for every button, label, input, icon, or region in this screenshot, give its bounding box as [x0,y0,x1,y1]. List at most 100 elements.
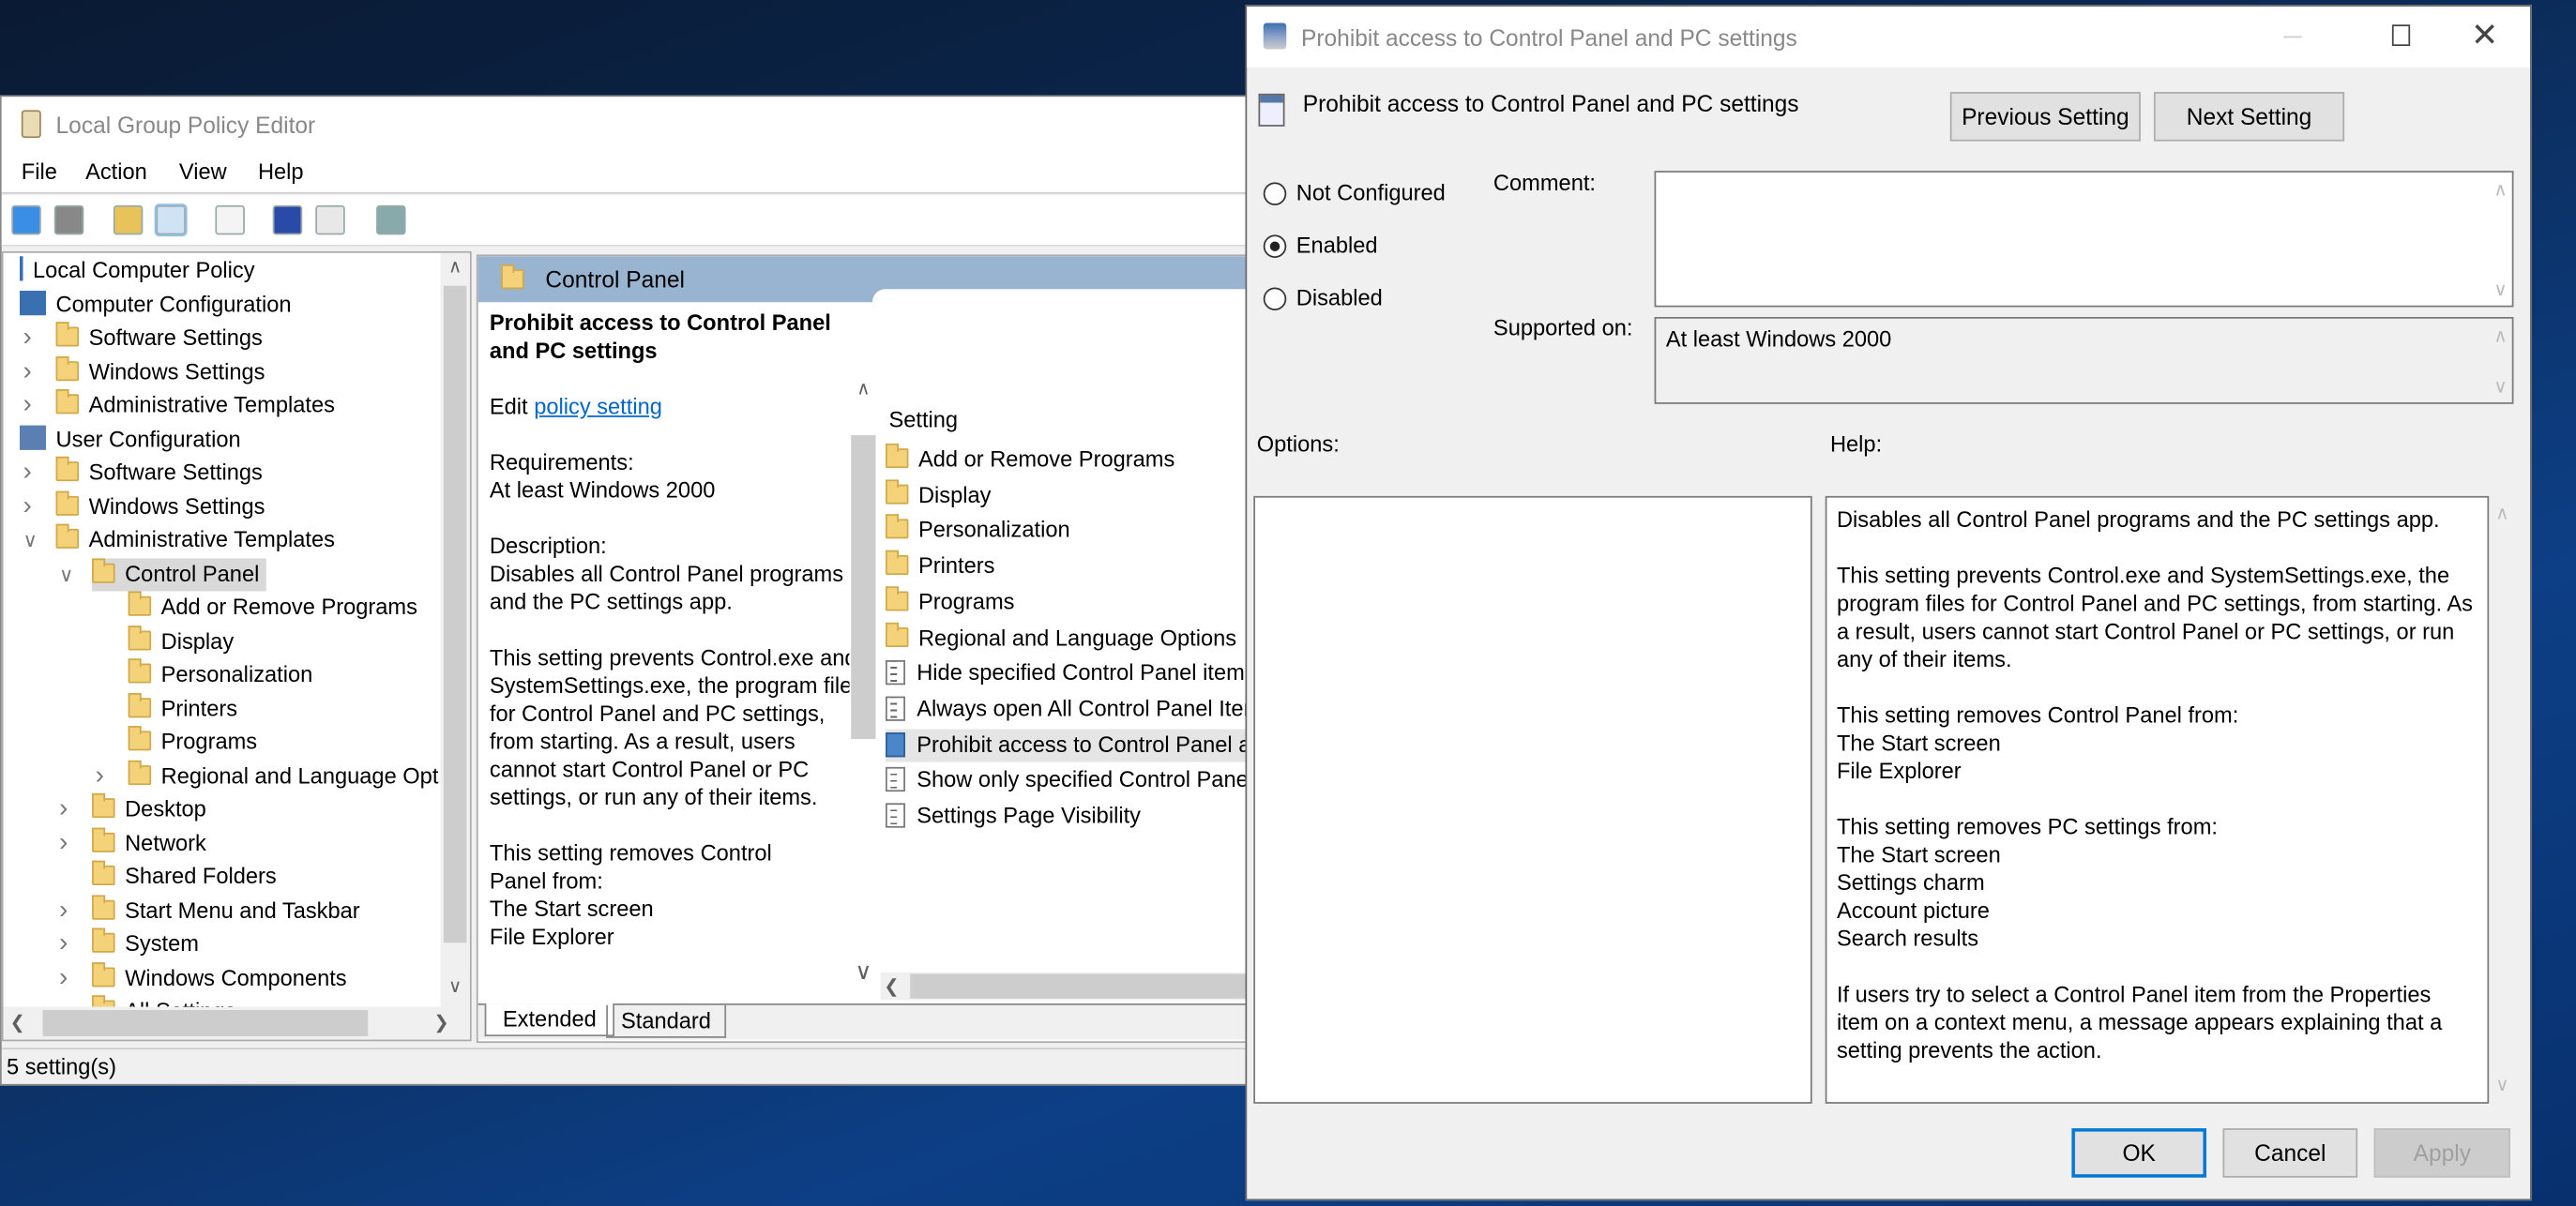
tab-extended[interactable]: Extended [484,1003,615,1037]
chevron-right-icon[interactable]: › [23,355,32,388]
tree-item[interactable]: › Windows Settings [23,355,265,388]
chevron-right-icon[interactable]: › [59,961,68,994]
policy-icon [1258,93,1285,127]
scroll-up-icon[interactable]: ∧ [2493,179,2507,201]
chevron-down-icon[interactable]: ∨ [59,558,73,591]
menu-view[interactable]: View [179,159,227,184]
scroll-right-icon[interactable]: ❯ [433,1012,448,1033]
radio-button[interactable] [1263,182,1287,205]
chevron-right-icon[interactable]: › [23,322,32,354]
app-scroll-icon [21,110,41,139]
tree-item[interactable]: › Network [59,826,206,860]
help-paragraph: This setting removes Control Panel from:… [1836,702,2239,784]
tree-item[interactable]: › System [59,927,199,960]
tree-item[interactable]: › Regional and Language Opt [96,759,438,792]
tree-item-label: Windows Components [125,964,347,990]
tree-item[interactable]: Shared Folders [92,860,277,894]
help-scroll-down-icon[interactable]: ∨ [2495,1074,2508,1095]
tree-item[interactable]: Programs [128,726,257,759]
folder-icon [55,490,80,516]
menu-action[interactable]: Action [85,159,147,184]
tree-item[interactable]: › Windows Settings [23,490,265,523]
scroll-down-icon[interactable]: ∨ [2493,279,2507,300]
chevron-right-icon[interactable]: › [23,457,32,490]
filter-icon[interactable] [376,204,406,235]
tab-standard[interactable]: Standard [606,1004,726,1038]
tree-item[interactable]: Display [128,625,234,657]
tree-item[interactable]: ∨ Administrative Templates [23,523,335,557]
tree-item[interactable]: Local Computer Policy [20,254,255,287]
description-scrollbar[interactable]: ∧ ∨ [849,377,878,986]
scroll-up-icon[interactable]: ∧ [2493,325,2507,347]
back-arrow-icon[interactable] [11,204,41,235]
scrollbar-thumb[interactable] [42,1010,369,1037]
scroll-down-icon[interactable]: ∨ [849,957,877,986]
tree-item[interactable]: Personalization [128,658,312,691]
dialog-heading: Prohibit access to Control Panel and PC … [1302,90,1799,117]
tree-item[interactable]: Printers [128,692,237,725]
minimize-icon[interactable] [2283,36,2302,38]
tree-item[interactable]: Add or Remove Programs [128,591,417,624]
tree-item[interactable]: › Software Settings [23,322,263,354]
forward-arrow-icon[interactable] [53,204,84,235]
comment-textarea[interactable]: ∧ ∨ [1654,171,2514,308]
tree-item[interactable]: Computer Configuration [20,288,292,321]
help-panel: Disables all Control Panel programs and … [1825,495,2490,1104]
tree-item[interactable]: ∨ Control Panel [59,557,266,591]
chevron-right-icon[interactable]: › [59,827,68,860]
chevron-right-icon[interactable]: › [59,793,68,826]
scroll-left-icon[interactable]: ❮ [884,975,899,997]
tree-item[interactable]: › Windows Components [59,961,347,994]
desc-p3b: The Start screen [489,897,654,922]
menu-help[interactable]: Help [258,159,304,184]
show-hide-action-pane-icon[interactable] [315,204,345,235]
folder-icon [55,389,80,415]
folder-icon [885,585,909,611]
help-paragraph: This setting removes PC settings from: T… [1836,814,2218,952]
next-setting-button[interactable]: Next Setting [2153,92,2345,142]
chevron-down-icon[interactable]: ∨ [23,524,38,557]
help-icon[interactable] [272,204,303,235]
folder-icon [92,927,115,953]
maximize-icon[interactable] [2391,24,2411,47]
list-header-setting[interactable]: Setting [888,407,958,431]
tree-item[interactable]: › Desktop [59,792,206,826]
chevron-right-icon[interactable]: › [59,927,68,960]
show-hide-tree-icon[interactable] [154,204,188,237]
tree-vertical-scrollbar[interactable]: ∧ ∨ [440,252,470,1009]
scroll-down-icon[interactable]: ∨ [2493,376,2507,398]
up-folder-icon[interactable] [113,204,144,235]
policy-setting-link[interactable]: policy setting [534,394,662,418]
folder-icon [55,322,80,347]
tree-horizontal-scrollbar[interactable]: ❮ ❯ [3,1006,470,1040]
scrollbar-thumb[interactable] [851,435,876,740]
previous-setting-button[interactable]: Previous Setting [1949,92,2141,142]
policy-setting-icon [885,803,905,828]
tree-item[interactable]: › Start Menu and Taskbar [59,894,360,927]
menu-file[interactable]: File [22,159,57,184]
tree-item[interactable]: › Administrative Templates [23,389,335,422]
tree-item-label: Software Settings [88,460,263,485]
tree-item[interactable]: User Configuration [20,423,241,456]
ok-button[interactable]: OK [2071,1128,2206,1178]
scrollbar-thumb[interactable] [443,285,467,943]
chevron-right-icon[interactable]: › [23,490,32,523]
chevron-right-icon[interactable]: › [23,389,32,422]
menu-bar: File Action View Help [1,152,1313,194]
radio-button[interactable] [1263,234,1287,258]
chevron-right-icon[interactable]: › [59,895,68,927]
export-list-icon[interactable] [215,204,245,235]
radio-button[interactable] [1263,287,1287,310]
folder-icon [128,692,152,717]
cancel-button[interactable]: Cancel [2222,1128,2358,1178]
scroll-up-icon[interactable]: ∧ [440,256,470,278]
close-icon[interactable]: ✕ [2471,15,2498,56]
tree-item[interactable]: › Software Settings [23,456,263,490]
apply-button[interactable]: Apply [2373,1128,2510,1178]
help-scroll-up-icon[interactable]: ∧ [2495,503,2508,524]
scroll-up-icon[interactable]: ∧ [849,378,877,399]
setting-label: Settings Page Visibility [917,803,1141,828]
chevron-right-icon[interactable]: › [96,760,104,792]
scroll-left-icon[interactable]: ❮ [10,1012,25,1033]
scroll-down-icon[interactable]: ∨ [440,975,470,997]
